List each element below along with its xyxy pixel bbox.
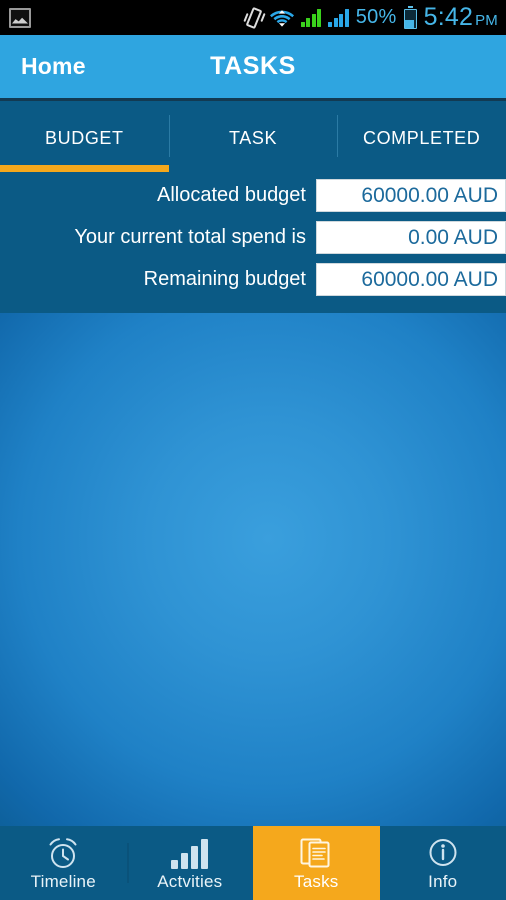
clock-time: 5:42 xyxy=(423,3,474,31)
documents-icon xyxy=(299,835,333,869)
gallery-icon xyxy=(9,7,31,28)
app-screen: 50% 5:42 PM Home TASKS BUDGET TASK COMPLE… xyxy=(0,0,506,900)
remaining-budget-field[interactable]: 60000.00 AUD xyxy=(316,263,506,296)
tab-completed[interactable]: COMPLETED xyxy=(337,104,506,172)
nav-item-info-label: Info xyxy=(428,871,458,891)
clock-ampm: PM xyxy=(475,12,498,29)
tab-budget-label: BUDGET xyxy=(45,127,124,148)
allocated-budget-label: Allocated budget xyxy=(156,184,306,206)
tab-budget[interactable]: BUDGET xyxy=(0,104,169,172)
nav-item-activities-label: Actvities xyxy=(157,871,223,891)
tab-completed-indicator xyxy=(337,165,506,172)
tab-completed-label: COMPLETED xyxy=(362,127,481,148)
nav-item-tasks[interactable]: Tasks xyxy=(253,826,380,900)
tab-task-indicator xyxy=(169,165,338,172)
battery-half-icon xyxy=(403,5,417,29)
tab-bar: BUDGET TASK COMPLETED xyxy=(0,104,506,172)
nav-item-activities[interactable]: Actvities xyxy=(126,826,254,900)
budget-row-allocated: Allocated budget 60000.00 AUD xyxy=(0,179,506,212)
content-area xyxy=(0,313,506,826)
status-bar-right: 50% 5:42 PM xyxy=(243,3,506,32)
status-bar: 50% 5:42 PM xyxy=(0,0,506,35)
home-back-button[interactable]: Home xyxy=(0,53,86,80)
allocated-budget-field[interactable]: 60000.00 AUD xyxy=(316,179,506,212)
nav-item-timeline[interactable]: Timeline xyxy=(0,826,127,900)
battery-percent-label: 50% xyxy=(355,6,397,28)
status-bar-left xyxy=(0,7,31,28)
signal-bars-green-icon xyxy=(300,8,322,27)
tab-task[interactable]: TASK xyxy=(168,104,338,172)
budget-row-remaining: Remaining budget 60000.00 AUD xyxy=(0,263,506,296)
current-spend-field[interactable]: 0.00 AUD xyxy=(316,221,506,254)
info-circle-icon xyxy=(426,835,460,869)
current-spend-label: Your current total spend is xyxy=(74,226,306,248)
tab-task-label: TASK xyxy=(228,127,278,148)
nav-item-tasks-label: Tasks xyxy=(294,871,339,891)
signal-bars-blue-icon xyxy=(328,8,349,27)
bottom-navigation: Timeline Actvities Tasks Info xyxy=(0,826,506,900)
budget-row-spend: Your current total spend is 0.00 AUD xyxy=(0,221,506,254)
bar-chart-icon xyxy=(171,835,209,869)
budget-panel: Allocated budget 60000.00 AUD Your curre… xyxy=(0,172,506,313)
app-header: Home TASKS xyxy=(0,35,506,101)
nav-item-info[interactable]: Info xyxy=(380,826,506,900)
nav-item-timeline-label: Timeline xyxy=(30,871,96,891)
alarm-clock-icon xyxy=(46,835,80,869)
tab-budget-indicator xyxy=(0,165,169,172)
remaining-budget-label: Remaining budget xyxy=(143,268,306,290)
wifi-icon xyxy=(269,8,294,28)
vibrate-icon xyxy=(243,6,266,29)
status-bar-clock: 5:42 PM xyxy=(424,3,498,32)
